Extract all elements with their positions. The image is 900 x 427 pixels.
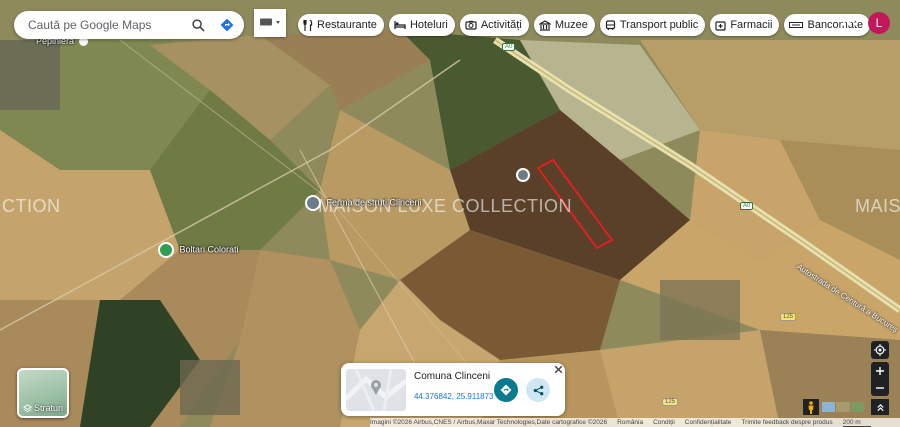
layers-label: Straturi <box>33 403 63 413</box>
chip-public-transit[interactable]: Transport public <box>599 14 706 36</box>
my-location-button[interactable] <box>871 341 889 359</box>
imagery-credit: Imagini ©2026 Airbus,CNES / Airbus,Maxar… <box>370 419 608 426</box>
imagery-thumbnails[interactable] <box>822 400 864 414</box>
layers-label-row: Straturi <box>19 403 67 413</box>
share-icon <box>533 385 543 395</box>
poi-label: Boltari Colorati <box>179 244 239 255</box>
place-pin-icon <box>305 195 321 211</box>
attribution-bar: Imagini ©2026 Airbus,CNES / Airbus,Maxar… <box>370 418 900 427</box>
museum-icon <box>538 19 551 31</box>
place-coordinates[interactable]: 44.376842, 25.911873 <box>414 392 493 401</box>
watermark-left: CTION <box>2 196 61 216</box>
zoom-in-button[interactable] <box>871 362 889 379</box>
apps-grid-icon[interactable] <box>841 15 859 33</box>
restaurant-icon <box>303 19 313 31</box>
terms-link[interactable]: Condiții <box>653 419 675 426</box>
chip-activities[interactable]: Activități <box>459 14 529 36</box>
chip-label: Activități <box>480 19 522 31</box>
search-input[interactable] <box>14 17 200 33</box>
expand-button[interactable] <box>871 399 889 415</box>
close-icon[interactable] <box>553 364 564 375</box>
place-card[interactable]: Comuna Clinceni 44.376842, 25.911873 <box>341 363 565 416</box>
imagery-thumb[interactable] <box>836 402 850 412</box>
directions-button[interactable] <box>494 378 518 402</box>
chip-pharmacies[interactable]: Farmacii <box>710 14 780 36</box>
search-icon[interactable] <box>189 16 207 34</box>
category-chips: Restaurante Hoteluri Activități Muzee Tr… <box>298 14 871 36</box>
chip-label: Farmacii <box>730 19 773 31</box>
zoom-controls <box>871 362 889 396</box>
chip-label: Hoteluri <box>409 19 448 31</box>
watermark-right: MAIS <box>855 196 900 216</box>
directions-icon[interactable] <box>218 16 236 34</box>
poi-ferma-de-struti[interactable]: Ferma de struti Clinceni <box>305 195 422 211</box>
chip-label: Restaurante <box>317 19 377 31</box>
garden-pin-icon <box>158 242 174 258</box>
country-link[interactable]: România <box>617 419 643 426</box>
search-box <box>14 11 244 39</box>
feedback-link[interactable]: Trimite feedback despre produs <box>741 419 832 426</box>
chip-hotels[interactable]: Hoteluri <box>388 14 455 36</box>
road-shield-a0: A0 <box>740 202 754 210</box>
place-title: Comuna Clinceni <box>414 371 491 382</box>
account-avatar[interactable]: L <box>868 12 890 34</box>
input-tools-button[interactable] <box>254 9 286 37</box>
scale-label[interactable]: 200 m <box>842 419 871 427</box>
atm-icon <box>789 22 804 28</box>
road-shield-a0: A0 <box>502 43 516 51</box>
road-shield-125: 125 <box>780 313 797 321</box>
directions-icon <box>500 384 512 396</box>
imagery-thumb[interactable] <box>822 402 836 412</box>
double-chevron-up-icon <box>876 403 884 411</box>
road-shield-125: 125 <box>662 398 679 406</box>
keyboard-icon <box>259 14 281 32</box>
share-button[interactable] <box>526 378 550 402</box>
poi-label: Ferma de struti Clinceni <box>326 197 422 208</box>
transit-icon <box>605 19 615 30</box>
hotel-icon <box>394 21 406 29</box>
privacy-link[interactable]: Confidențialitate <box>685 419 732 426</box>
pegman-icon <box>808 400 814 414</box>
my-location-icon <box>874 344 886 356</box>
imagery-thumb[interactable] <box>850 402 864 412</box>
plus-icon <box>876 366 884 375</box>
zoom-out-button[interactable] <box>871 379 889 396</box>
layers-button[interactable]: Straturi <box>17 368 69 418</box>
chip-label: Transport public <box>619 19 699 31</box>
chip-label: Muzee <box>554 19 588 31</box>
minus-icon <box>876 386 884 389</box>
street-view-pegman[interactable] <box>803 399 819 415</box>
dropped-pin-icon[interactable] <box>516 168 530 182</box>
chip-museums[interactable]: Muzee <box>533 14 595 36</box>
poi-boltari-colorati[interactable]: Boltari Colorati <box>158 242 239 258</box>
layers-icon <box>23 403 32 412</box>
camera-icon <box>465 20 477 30</box>
pharmacy-icon <box>715 20 726 31</box>
chip-restaurants[interactable]: Restaurante <box>298 14 384 36</box>
place-thumbnail[interactable] <box>346 369 406 411</box>
